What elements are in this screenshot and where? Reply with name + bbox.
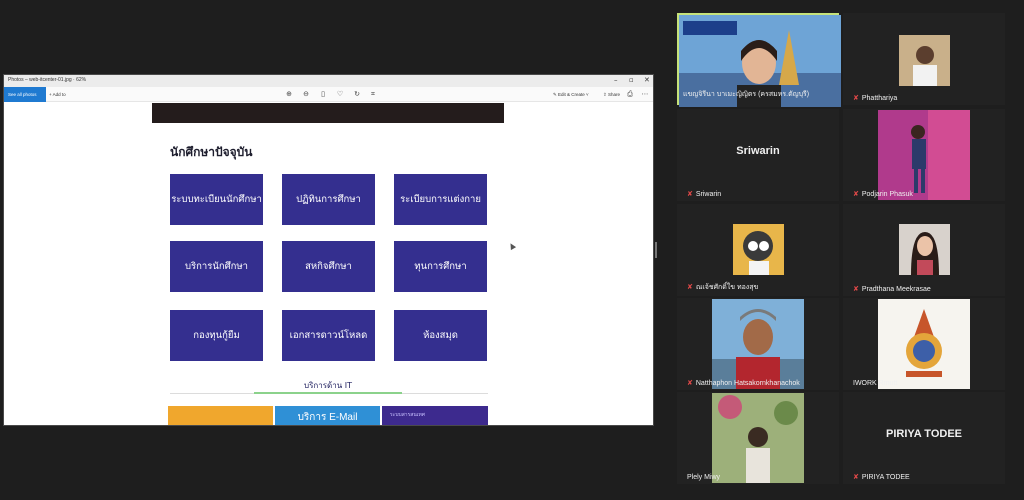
- tile-dress-code: ระเบียบการแต่งกาย: [394, 174, 487, 225]
- window-title: Photos – web-itcenter-01.jpg · 62%: [8, 77, 87, 83]
- participant-name: ✘ Podjarin Phasuk: [853, 190, 913, 198]
- see-all-photos-button[interactable]: See all photos: [4, 87, 46, 102]
- tile-coop-education: สหกิจศึกษา: [282, 241, 375, 292]
- mic-muted-icon: ✘: [687, 284, 693, 291]
- tile-loan-fund: กองทุนกู้ยืม: [170, 310, 263, 361]
- participant-name: ✘ Natthaphon Hatsakornkhanachok: [687, 379, 800, 387]
- divider-accent: [254, 392, 402, 394]
- tile-downloads: เอกสารดาวน์โหลด: [282, 310, 375, 361]
- participant-photo-icon: [712, 299, 804, 389]
- rotate-icon[interactable]: ↻: [353, 90, 361, 98]
- tile-library: ห้องสมุด: [394, 310, 487, 361]
- participant-name: Plely Miwy: [687, 474, 721, 481]
- mic-muted-icon: ✘: [853, 191, 859, 198]
- photos-toolbar: See all photos + Add to ⊕ ⊖ ▯ ♡ ↻ ⌗ ✎ Ed…: [4, 87, 653, 102]
- minimize-icon[interactable]: –: [614, 76, 618, 85]
- participant-photo-icon: [878, 110, 970, 200]
- participant-name-text: Sriwarin: [695, 191, 722, 198]
- mouse-cursor-icon: [507, 241, 517, 251]
- see-all-label: See all photos: [8, 92, 37, 97]
- tile-registration: ระบบทะเบียนนักศึกษา: [170, 174, 263, 225]
- mic-muted-icon: ✘: [687, 380, 693, 387]
- participant-name: ✘ PIRIYA TODEE: [853, 473, 910, 481]
- participant-tile[interactable]: IWORK Rmutt: [843, 298, 1005, 390]
- zoom-out-icon[interactable]: ⊖: [302, 90, 310, 98]
- it-services-title: บริการด้าน IT: [304, 381, 352, 390]
- edit-create-button[interactable]: ✎ Edit & Create ˅: [553, 92, 589, 98]
- participant-photo-icon: [899, 35, 950, 86]
- print-icon[interactable]: ⎙: [626, 90, 634, 98]
- participant-tile[interactable]: ✘ Natthaphon Hatsakornkhanachok: [677, 298, 839, 390]
- participant-tile-active-speaker[interactable]: แขญจิรีนา บาเมะญิญิตร (ครสมหร.ตัญบุรี): [677, 13, 841, 107]
- participant-tile[interactable]: Sriwarin ✘ Sriwarin: [677, 109, 839, 201]
- photo-canvas: นักศึกษาปัจจุบัน ระบบทะเบียนนักศึกษา ปฏิ…: [4, 103, 653, 425]
- shared-photos-window: Photos – web-itcenter-01.jpg · 62% – ▫ ✕…: [3, 74, 654, 426]
- it-banner-1: [168, 406, 273, 425]
- participant-display-name: PIRIYA TODEE: [885, 428, 962, 440]
- panel-splitter[interactable]: [655, 242, 657, 258]
- participant-name-text: ณเจ้ชศักดิ์ใข ทองสุข: [695, 284, 759, 291]
- participant-photo-icon: [733, 224, 784, 275]
- share-label: Share: [608, 92, 621, 97]
- delete-icon[interactable]: ▯: [319, 90, 327, 98]
- participant-name: IWORK Rmutt: [853, 380, 898, 387]
- participant-name: ✘ ณเจ้ชศักดิ์ใข ทองสุข: [687, 282, 758, 293]
- participant-display-name: Sriwarin: [736, 145, 780, 157]
- page-header-banner: [152, 103, 504, 123]
- tile-calendar: ปฏิทินการศึกษา: [282, 174, 375, 225]
- mic-muted-icon: ✘: [687, 191, 693, 198]
- divider: [170, 393, 254, 394]
- share-button[interactable]: ⇪ Share: [603, 92, 620, 98]
- participant-name-text: Natthaphon Hatsakornkhanachok: [695, 380, 800, 387]
- section-heading: นักศึกษาปัจจุบัน: [170, 145, 253, 159]
- participant-name: ✘ Pradthana Meekrasae: [853, 285, 931, 293]
- participant-tile[interactable]: ✘ ณเจ้ชศักดิ์ใข ทองสุข: [677, 204, 839, 296]
- participant-name-text: Phatthariya: [861, 95, 898, 102]
- participant-photo-icon: [899, 224, 950, 275]
- it-banner-info: ระบบสารสนเทศ: [382, 406, 488, 425]
- add-to-button[interactable]: + Add to: [49, 92, 66, 97]
- participant-tile[interactable]: ✘ Phatthariya: [843, 13, 1005, 105]
- more-icon[interactable]: ⋯: [641, 90, 649, 98]
- participant-name-text: Pradthana Meekrasae: [861, 286, 931, 293]
- mic-muted-icon: ✘: [853, 95, 859, 102]
- participant-name: แขญจิรีนา บาเมะญิญิตร (ครสมหร.ตัญบุรี): [683, 91, 810, 98]
- participant-name-text: Podjarin Phasuk: [861, 191, 913, 198]
- add-to-label: Add to: [52, 92, 66, 97]
- tile-scholarship: ทุนการศึกษา: [394, 241, 487, 292]
- university-logo-icon: [878, 299, 970, 389]
- participant-tile[interactable]: Plely Miwy: [677, 392, 839, 484]
- participant-name: ✘ Sriwarin: [687, 190, 721, 198]
- maximize-icon[interactable]: ▫: [629, 76, 634, 85]
- tile-student-services: บริการนักศึกษา: [170, 241, 263, 292]
- edit-create-label: Edit & Create: [558, 92, 585, 97]
- crop-icon[interactable]: ⌗: [369, 90, 377, 98]
- window-title-bar: Photos – web-itcenter-01.jpg · 62% – ▫ ✕: [4, 75, 653, 87]
- mic-muted-icon: ✘: [853, 286, 859, 293]
- participant-tile[interactable]: ✘ Podjarin Phasuk: [843, 109, 1005, 201]
- meeting-stage: Photos – web-itcenter-01.jpg · 62% – ▫ ✕…: [0, 0, 1024, 500]
- participant-tile[interactable]: PIRIYA TODEE ✘ PIRIYA TODEE: [843, 392, 1005, 484]
- favorite-icon[interactable]: ♡: [336, 90, 344, 98]
- zoom-in-icon[interactable]: ⊕: [285, 90, 293, 98]
- it-banner-email: บริการ E-Mail: [275, 406, 380, 425]
- mic-muted-icon: ✘: [853, 474, 859, 481]
- participant-tile[interactable]: ✘ Pradthana Meekrasae: [843, 204, 1005, 296]
- participant-name: ✘ Phatthariya: [853, 94, 897, 102]
- participant-name-text: PIRIYA TODEE: [861, 474, 910, 481]
- participant-photo-icon: [712, 393, 804, 483]
- divider: [402, 393, 488, 394]
- close-icon[interactable]: ✕: [644, 76, 650, 85]
